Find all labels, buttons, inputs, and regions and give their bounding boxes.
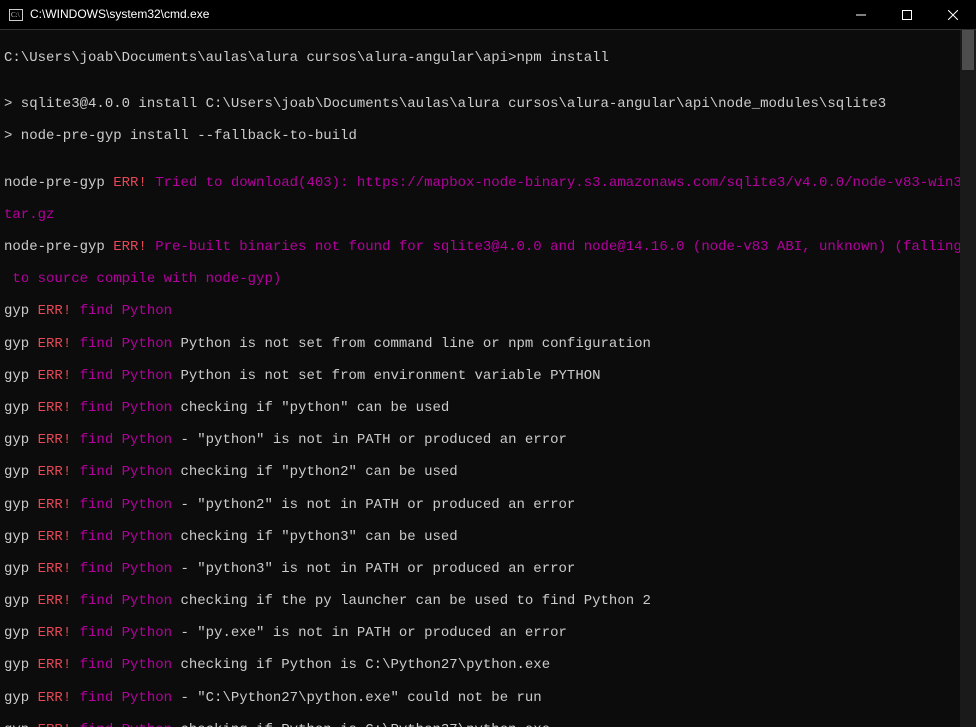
- output-line: node-pre-gyp ERR! Pre-built binaries not…: [4, 239, 972, 255]
- output-line: gyp ERR! find Python - "C:\Python27\pyth…: [4, 690, 972, 706]
- output-line: gyp ERR! find Python - "py.exe" is not i…: [4, 625, 972, 641]
- output-line: gyp ERR! find Python checking if "python…: [4, 400, 972, 416]
- window-title: C:\WINDOWS\system32\cmd.exe: [30, 8, 838, 22]
- output-line: > sqlite3@4.0.0 install C:\Users\joab\Do…: [4, 96, 972, 112]
- output-line: gyp ERR! find Python - "python2" is not …: [4, 497, 972, 513]
- output-line: gyp ERR! find Python checking if Python …: [4, 657, 972, 673]
- output-line: tar.gz: [4, 207, 972, 223]
- output-line: to source compile with node-gyp): [4, 271, 972, 287]
- output-line: gyp ERR! find Python Python is not set f…: [4, 336, 972, 352]
- output-line: node-pre-gyp ERR! Tried to download(403)…: [4, 175, 972, 191]
- output-line: gyp ERR! find Python checking if "python…: [4, 464, 972, 480]
- output-line: gyp ERR! find Python checking if the py …: [4, 593, 972, 609]
- svg-text:C:\: C:\: [11, 11, 20, 19]
- minimize-button[interactable]: [838, 0, 884, 29]
- output-line: gyp ERR! find Python checking if Python …: [4, 722, 972, 727]
- close-button[interactable]: [930, 0, 976, 29]
- cmd-icon: C:\: [8, 7, 24, 23]
- output-line: gyp ERR! find Python - "python3" is not …: [4, 561, 972, 577]
- output-line: gyp ERR! find Python - "python" is not i…: [4, 432, 972, 448]
- output-line: > node-pre-gyp install --fallback-to-bui…: [4, 128, 972, 144]
- window-controls: [838, 0, 976, 29]
- output-line: gyp ERR! find Python: [4, 303, 972, 319]
- scrollbar-thumb[interactable]: [962, 30, 974, 70]
- window-titlebar: C:\ C:\WINDOWS\system32\cmd.exe: [0, 0, 976, 30]
- command-prompt-line: C:\Users\joab\Documents\aulas\alura curs…: [4, 50, 972, 66]
- maximize-button[interactable]: [884, 0, 930, 29]
- terminal-output[interactable]: C:\Users\joab\Documents\aulas\alura curs…: [0, 30, 976, 727]
- vertical-scrollbar[interactable]: [960, 30, 976, 727]
- output-line: gyp ERR! find Python Python is not set f…: [4, 368, 972, 384]
- output-line: gyp ERR! find Python checking if "python…: [4, 529, 972, 545]
